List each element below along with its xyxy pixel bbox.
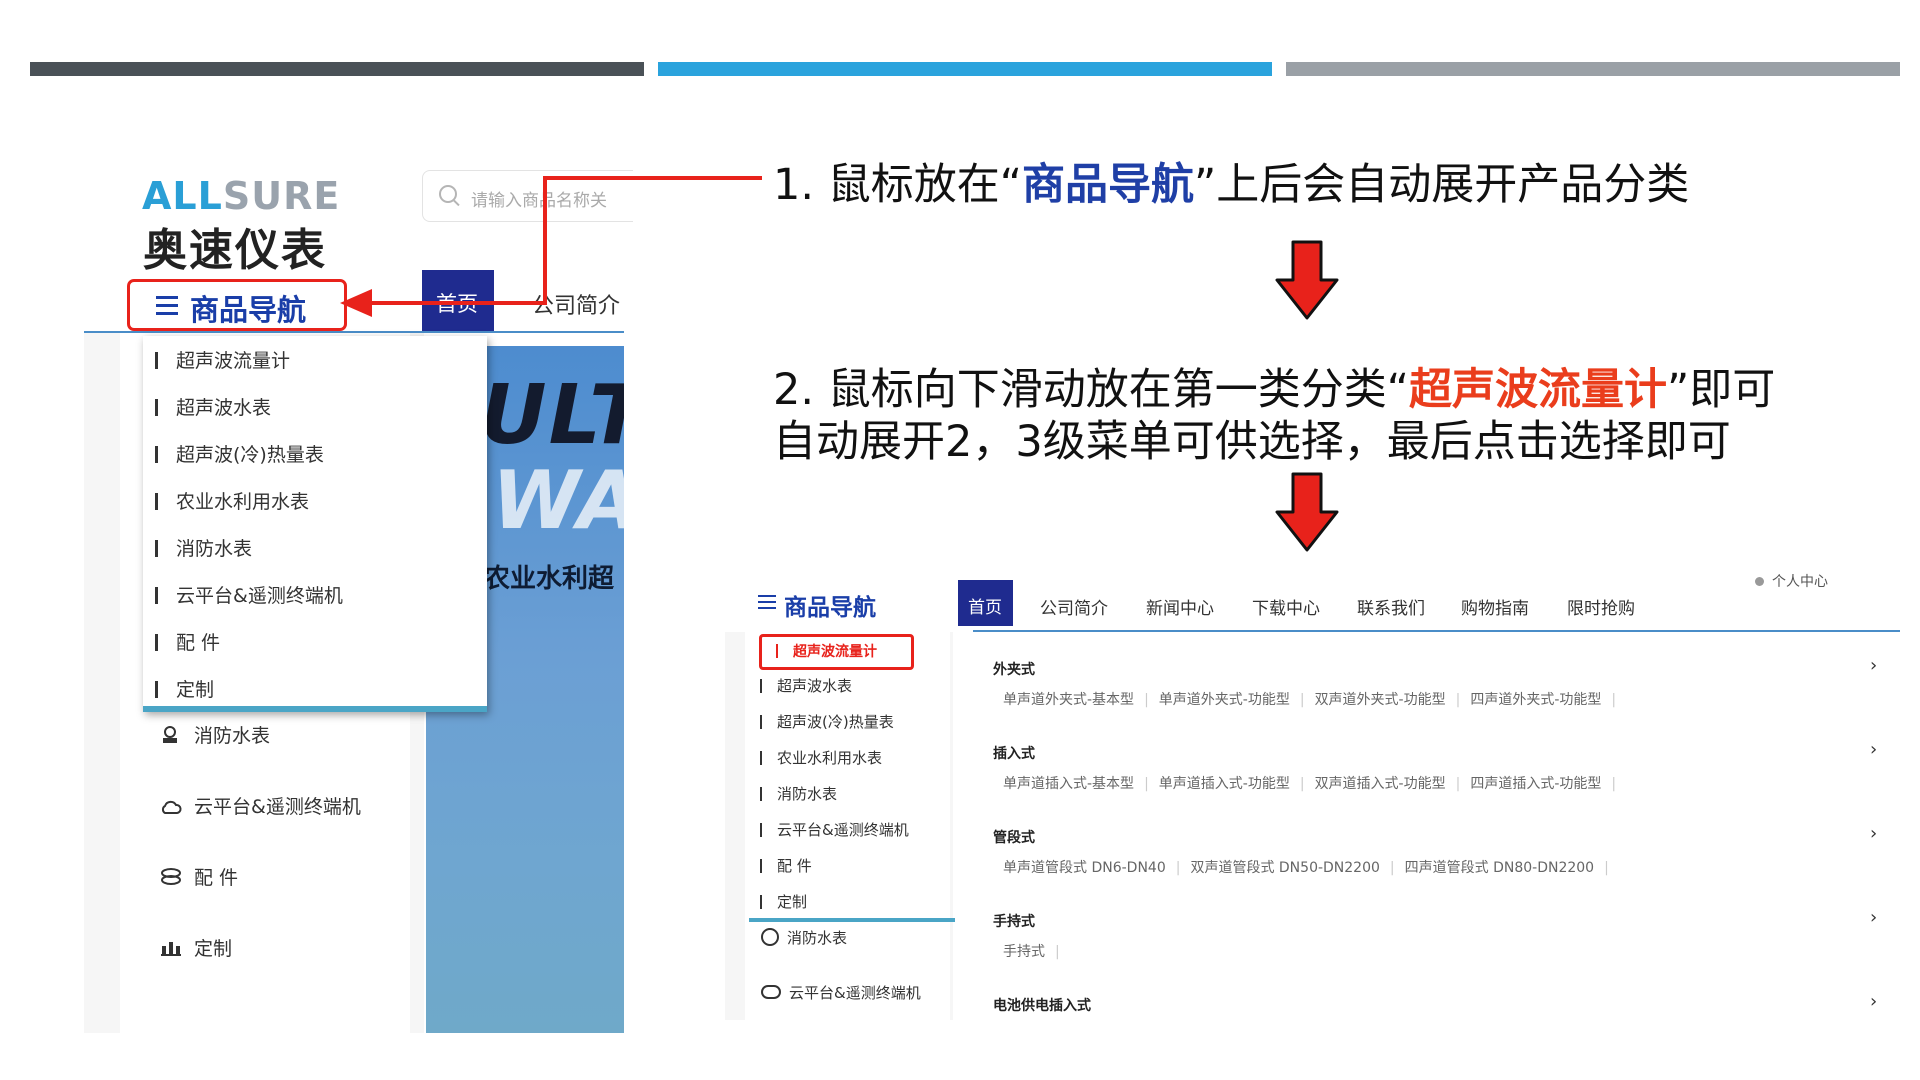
nav-underline (84, 331, 624, 333)
cloud-icon (761, 985, 781, 999)
sidebar-item-fire-meter[interactable]: 消防水表 (160, 721, 270, 748)
dropdown-accent (143, 706, 487, 712)
sidebar-item-label: 云平台&遥测终端机 (194, 796, 361, 818)
header-bar-gray (1286, 62, 1900, 76)
subcategory-link[interactable]: 手持式 (1003, 944, 1045, 960)
subcategory-link[interactable]: 双声道插入式-功能型 (1315, 776, 1446, 792)
subcategory-link[interactable]: 单声道管段式 DN6-DN40 (1003, 860, 1166, 876)
tab-news[interactable]: 新闻中心 (1146, 594, 1214, 619)
user-icon (1755, 577, 1764, 586)
chevron-right-icon[interactable]: › (1870, 655, 1877, 676)
category-title[interactable]: 外夹式 (993, 659, 1035, 679)
dropdown-item[interactable]: 云平台&遥测终端机 (155, 581, 343, 608)
tab-shopping-guide[interactable]: 购物指南 (1461, 594, 1529, 619)
dropdown-item[interactable]: 消防水表 (155, 534, 252, 561)
side-item[interactable]: 定制 (760, 891, 807, 912)
step-2-line-2: 自动展开2，3级菜单可供选择，最后点击选择即可 (773, 417, 1731, 467)
logo-text-all: ALL (142, 174, 223, 218)
side-item-behind[interactable]: 云平台&遥测终端机 (761, 982, 921, 1003)
menu-icon (156, 296, 178, 320)
callout-arrow (340, 176, 762, 317)
user-center-link[interactable]: 个人中心 (1755, 571, 1828, 591)
side-item[interactable]: 云平台&遥测终端机 (760, 819, 909, 840)
sidebar-item-label: 消防水表 (194, 725, 271, 747)
tab-home[interactable]: 首页 (958, 580, 1013, 626)
tab-about[interactable]: 公司简介 (1040, 594, 1108, 619)
user-center-label: 个人中心 (1772, 574, 1828, 590)
subcategory-link[interactable]: 单声道外夹式-功能型 (1159, 692, 1290, 708)
tab-flash-sale[interactable]: 限时抢购 (1567, 594, 1635, 619)
subcategory-row: 单声道插入式-基本型 | 单声道插入式-功能型 | 双声道插入式-功能型 | 四声道插入式-… (1003, 776, 1617, 792)
sidebar-item-parts[interactable]: 配 件 (160, 863, 238, 890)
subcategory-link[interactable]: 四声道外夹式-功能型 (1470, 692, 1601, 708)
parts-icon (160, 867, 181, 885)
category-title[interactable]: 插入式 (993, 743, 1035, 763)
sidebar-item-cloud[interactable]: 云平台&遥测终端机 (160, 792, 361, 819)
category-title[interactable]: 电池供电插入式 (993, 995, 1091, 1015)
banner-text-agri: 农业水利超 (484, 564, 615, 594)
menu-icon (758, 595, 776, 613)
brand-logo: ALLSURE (142, 174, 340, 218)
category-title[interactable]: 手持式 (993, 911, 1035, 931)
category-dropdown: 超声波流量计 超声波水表 超声波(冷)热量表 农业水利用水表 消防水表 云平台&… (143, 336, 487, 712)
side-item[interactable]: 配 件 (760, 855, 812, 876)
side-item[interactable]: 消防水表 (760, 783, 837, 804)
nav-underline (973, 630, 1900, 632)
category-title[interactable]: 管段式 (993, 827, 1035, 847)
subcategory-link[interactable]: 单声道插入式-基本型 (1003, 776, 1134, 792)
subcategory-row: 手持式 | (1003, 944, 1060, 960)
side-item[interactable]: 农业水利用水表 (760, 747, 882, 768)
chevron-right-icon[interactable]: › (1870, 823, 1877, 844)
logo-chinese-name: 奥速仪表 (143, 225, 327, 276)
step-1-text: 1. 鼠标放在“商品导航”上后会自动展开产品分类 (773, 160, 1690, 210)
down-arrow-icon (1275, 472, 1339, 552)
subcategory-link[interactable]: 双声道管段式 DN50-DN2200 (1190, 860, 1379, 876)
dropdown-item[interactable]: 配 件 (155, 628, 220, 655)
chevron-right-icon[interactable]: › (1870, 991, 1877, 1012)
subcategory-link[interactable]: 双声道外夹式-功能型 (1315, 692, 1446, 708)
selection-highlight (759, 634, 914, 670)
product-nav-label: 商品导航 (784, 595, 876, 621)
dropdown-item[interactable]: 超声波(冷)热量表 (155, 440, 324, 467)
subcategory-link[interactable]: 单声道插入式-功能型 (1159, 776, 1290, 792)
product-nav-button[interactable]: 商品导航 (127, 279, 347, 331)
subcategory-link[interactable]: 四声道插入式-功能型 (1470, 776, 1601, 792)
banner-text-water: WAT (492, 454, 624, 547)
header-bar-blue (658, 62, 1272, 76)
subcategory-link[interactable]: 单声道外夹式-基本型 (1003, 692, 1134, 708)
chevron-right-icon[interactable]: › (1870, 907, 1877, 928)
fire-meter-icon (761, 928, 779, 946)
product-nav-label: 商品导航 (190, 293, 307, 327)
product-nav-button-2[interactable]: 商品导航 (758, 588, 876, 622)
dropdown-item[interactable]: 超声波水表 (155, 393, 271, 420)
down-arrow-icon (1275, 240, 1339, 320)
fire-meter-icon (160, 725, 180, 743)
side-menu-accent (749, 918, 955, 922)
dropdown-item[interactable]: 定制 (155, 675, 214, 702)
keyword-product-nav: 商品导航 (1021, 160, 1194, 210)
side-item-behind[interactable]: 消防水表 (761, 927, 847, 948)
sidebar-item-label: 定制 (194, 938, 233, 960)
banner-text-ultra: ULTR (480, 368, 624, 463)
custom-icon (160, 938, 181, 956)
side-item[interactable]: 超声波(冷)热量表 (760, 711, 894, 732)
tab-home-label: 首页 (968, 598, 1002, 618)
tab-contact[interactable]: 联系我们 (1357, 594, 1425, 619)
header-bar-dark (30, 62, 644, 76)
subcategory-row: 单声道管段式 DN6-DN40 | 双声道管段式 DN50-DN2200 | 四声道管段… (1003, 860, 1609, 876)
chevron-right-icon[interactable]: › (1870, 739, 1877, 760)
sidebar-item-custom[interactable]: 定制 (160, 934, 232, 961)
cloud-icon (160, 798, 182, 816)
side-item[interactable]: 超声波水表 (760, 675, 852, 696)
dropdown-item[interactable]: 超声波流量计 (155, 346, 290, 373)
dropdown-item[interactable]: 农业水利用水表 (155, 487, 309, 514)
logo-text-sure: SURE (222, 174, 341, 218)
subcategory-row: 单声道外夹式-基本型 | 单声道外夹式-功能型 | 双声道外夹式-功能型 | 四声道外夹式-… (1003, 692, 1617, 708)
subcategory-link[interactable]: 四声道管段式 DN80-DN2200 (1405, 860, 1594, 876)
sidebar-item-label: 配 件 (194, 867, 239, 889)
tab-downloads[interactable]: 下载中心 (1252, 594, 1320, 619)
